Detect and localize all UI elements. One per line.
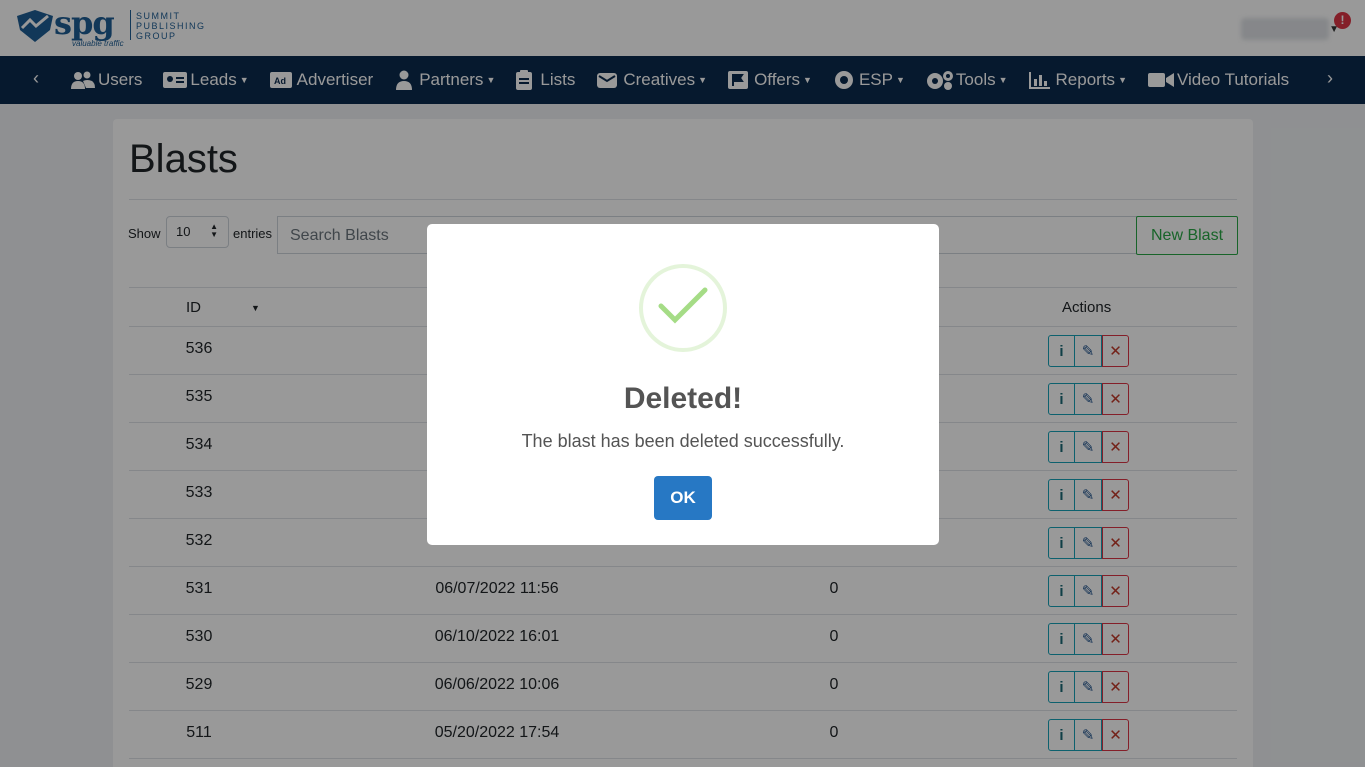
dialog-message: The blast has been deleted successfully. xyxy=(521,431,845,451)
success-dialog: Deleted! The blast has been deleted succ… xyxy=(427,224,939,545)
ok-button[interactable]: OK xyxy=(654,476,712,520)
success-check-icon xyxy=(639,264,727,352)
dialog-title: Deleted! xyxy=(623,382,743,415)
